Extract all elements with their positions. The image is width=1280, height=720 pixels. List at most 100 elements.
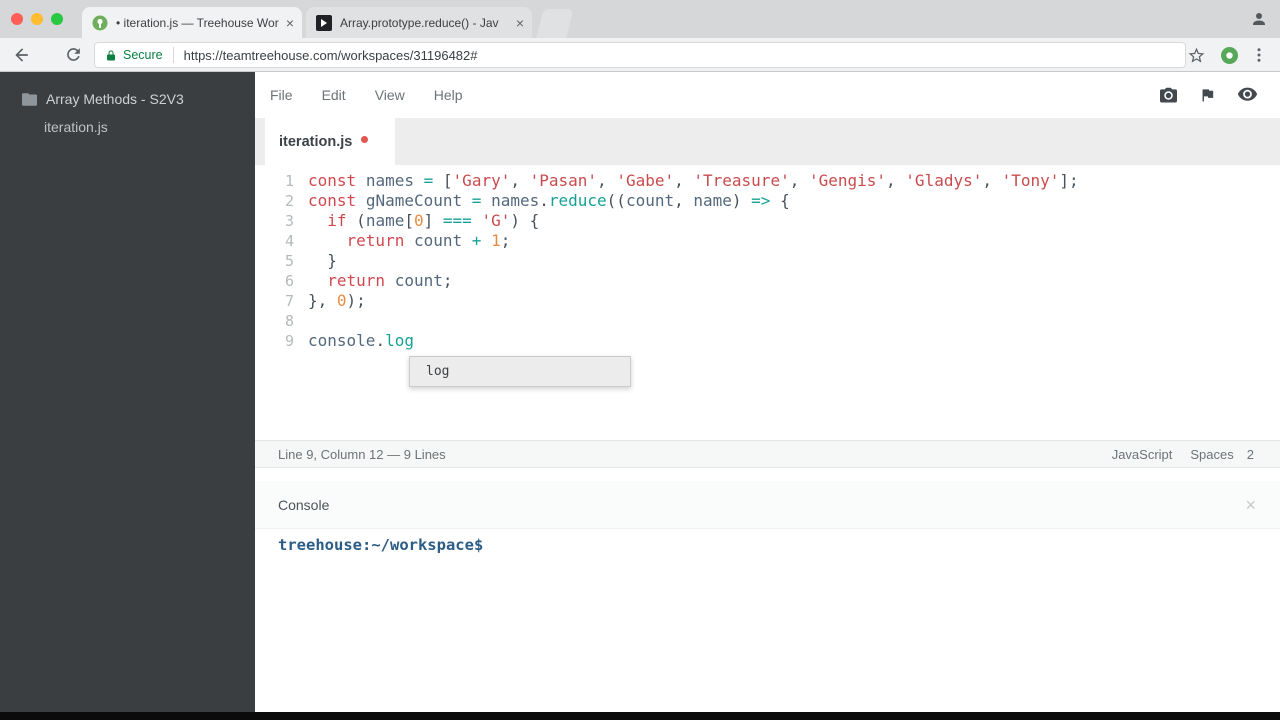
browser-menu-icon[interactable] bbox=[1250, 46, 1268, 64]
sidebar-item-file[interactable]: iteration.js bbox=[0, 107, 255, 135]
code-token: , bbox=[982, 171, 1002, 190]
flag-icon[interactable] bbox=[1199, 86, 1216, 104]
workspace-menubar-items: File Edit View Help bbox=[270, 87, 492, 103]
workspace-toolbar-icons bbox=[1159, 86, 1258, 104]
omnibox-divider bbox=[172, 47, 174, 63]
menu-file[interactable]: File bbox=[270, 87, 293, 103]
code-line[interactable]: 9 console.log bbox=[255, 331, 1280, 351]
terminal-prompt: treehouse:~/workspace$ bbox=[278, 536, 484, 554]
close-window-button[interactable] bbox=[11, 13, 23, 25]
code-token: ) { bbox=[510, 211, 540, 230]
code-token: + bbox=[471, 231, 482, 250]
code-token: 'G' bbox=[481, 211, 511, 230]
code-token: [ bbox=[442, 171, 453, 190]
editor-tab-bar: iteration.js bbox=[255, 118, 1280, 165]
line-number: 5 bbox=[284, 252, 294, 270]
url-text[interactable]: https://teamtreehouse.com/workspaces/311… bbox=[184, 48, 478, 63]
sidebar-item-project[interactable]: Array Methods - S2V3 bbox=[0, 72, 255, 107]
code-token: name bbox=[693, 191, 732, 210]
snapshot-camera-icon[interactable] bbox=[1159, 87, 1178, 104]
line-number: 4 bbox=[284, 232, 294, 250]
browser-profile-icon[interactable] bbox=[1250, 10, 1268, 28]
panel-divider bbox=[255, 468, 1280, 481]
code-token: . bbox=[539, 191, 549, 210]
code-token: count bbox=[394, 271, 443, 290]
project-name: Array Methods - S2V3 bbox=[46, 91, 184, 107]
code-token: , bbox=[674, 191, 694, 210]
editor-tab-iteration[interactable]: iteration.js bbox=[265, 118, 395, 165]
line-number: 3 bbox=[284, 212, 294, 230]
back-icon[interactable] bbox=[12, 45, 32, 65]
file-name: iteration.js bbox=[44, 119, 108, 135]
code-token: names bbox=[365, 171, 414, 190]
code-token: count bbox=[625, 191, 675, 210]
line-number: 8 bbox=[284, 312, 294, 330]
code-line[interactable]: 4 return count + 1; bbox=[255, 231, 1280, 251]
code-token: ] bbox=[423, 211, 434, 230]
code-token: names bbox=[491, 191, 540, 210]
code-line[interactable]: 3 if (name[0] === 'G') { bbox=[255, 211, 1280, 231]
code-token: 1 bbox=[491, 231, 501, 250]
code-token: ) bbox=[731, 191, 752, 210]
indent-size-selector[interactable]: 2 bbox=[1247, 447, 1254, 462]
browser-tab-mdn[interactable]: Array.prototype.reduce() - Jav × bbox=[306, 7, 532, 38]
new-tab-button[interactable] bbox=[536, 9, 574, 38]
minimize-window-button[interactable] bbox=[31, 13, 43, 25]
language-selector[interactable]: JavaScript bbox=[1112, 447, 1173, 462]
menu-view[interactable]: View bbox=[375, 87, 405, 103]
unsaved-indicator bbox=[361, 135, 369, 143]
code-token: reduce bbox=[548, 191, 607, 210]
code-line[interactable]: 5 } bbox=[255, 251, 1280, 271]
line-number: 1 bbox=[284, 172, 294, 190]
code-token: . bbox=[375, 331, 386, 350]
code-line[interactable]: 6 return count; bbox=[255, 271, 1280, 291]
code-token: 'Tony' bbox=[1001, 171, 1060, 190]
secure-lock-icon bbox=[105, 49, 117, 62]
code-token: 0 bbox=[413, 211, 424, 230]
browser-tab-iteration[interactable]: • iteration.js — Treehouse Wor × bbox=[82, 7, 302, 38]
tab-close-icon[interactable]: × bbox=[286, 16, 294, 30]
editor-statusbar: Line 9, Column 12 — 9 Lines JavaScript S… bbox=[255, 440, 1280, 468]
code-line[interactable]: 1 const names = ['Gary', 'Pasan', 'Gabe',… bbox=[255, 171, 1280, 191]
code-token: gNameCount bbox=[365, 191, 463, 210]
code-token: 'Gabe' bbox=[616, 171, 675, 190]
line-number: 2 bbox=[284, 192, 294, 210]
console-terminal[interactable]: treehouse:~/workspace$ bbox=[255, 529, 1280, 720]
autocomplete-item[interactable]: log bbox=[410, 357, 630, 386]
menu-help[interactable]: Help bbox=[434, 87, 463, 103]
bookmark-star-icon[interactable] bbox=[1187, 46, 1206, 65]
code-editor[interactable]: 1 const names = ['Gary', 'Pasan', 'Gabe',… bbox=[255, 165, 1280, 440]
code-line[interactable]: 7}, 0); bbox=[255, 291, 1280, 311]
console-close-icon[interactable]: × bbox=[1245, 496, 1256, 514]
indent-type-selector[interactable]: Spaces bbox=[1190, 447, 1233, 462]
console-header: Console × bbox=[255, 481, 1280, 529]
code-token: if bbox=[327, 211, 347, 230]
code-token: return bbox=[346, 231, 405, 250]
code-token: console bbox=[308, 331, 376, 350]
code-token: , bbox=[597, 171, 617, 190]
bottom-bar bbox=[0, 712, 1280, 720]
reload-icon[interactable] bbox=[64, 45, 84, 65]
preview-eye-icon[interactable] bbox=[1237, 87, 1258, 103]
code-token: = bbox=[423, 171, 434, 190]
extension-icon[interactable] bbox=[1221, 47, 1238, 64]
file-sidebar: Array Methods - S2V3 iteration.js bbox=[0, 72, 255, 720]
zoom-window-button[interactable] bbox=[51, 13, 63, 25]
address-bar[interactable]: Secure https://teamtreehouse.com/workspa… bbox=[94, 42, 1186, 68]
code-line[interactable]: 8 bbox=[255, 311, 1280, 331]
treehouse-favicon-icon bbox=[92, 15, 108, 31]
cursor-position: Line 9, Column 12 — 9 Lines bbox=[278, 446, 446, 462]
code-token: return bbox=[327, 271, 386, 290]
code-token: const bbox=[308, 191, 357, 210]
code-lines: 1 const names = ['Gary', 'Pasan', 'Gabe',… bbox=[255, 171, 1280, 351]
menu-edit[interactable]: Edit bbox=[322, 87, 346, 103]
code-line[interactable]: 2 const gNameCount = names.reduce((count,… bbox=[255, 191, 1280, 211]
tab-close-icon[interactable]: × bbox=[516, 16, 524, 30]
